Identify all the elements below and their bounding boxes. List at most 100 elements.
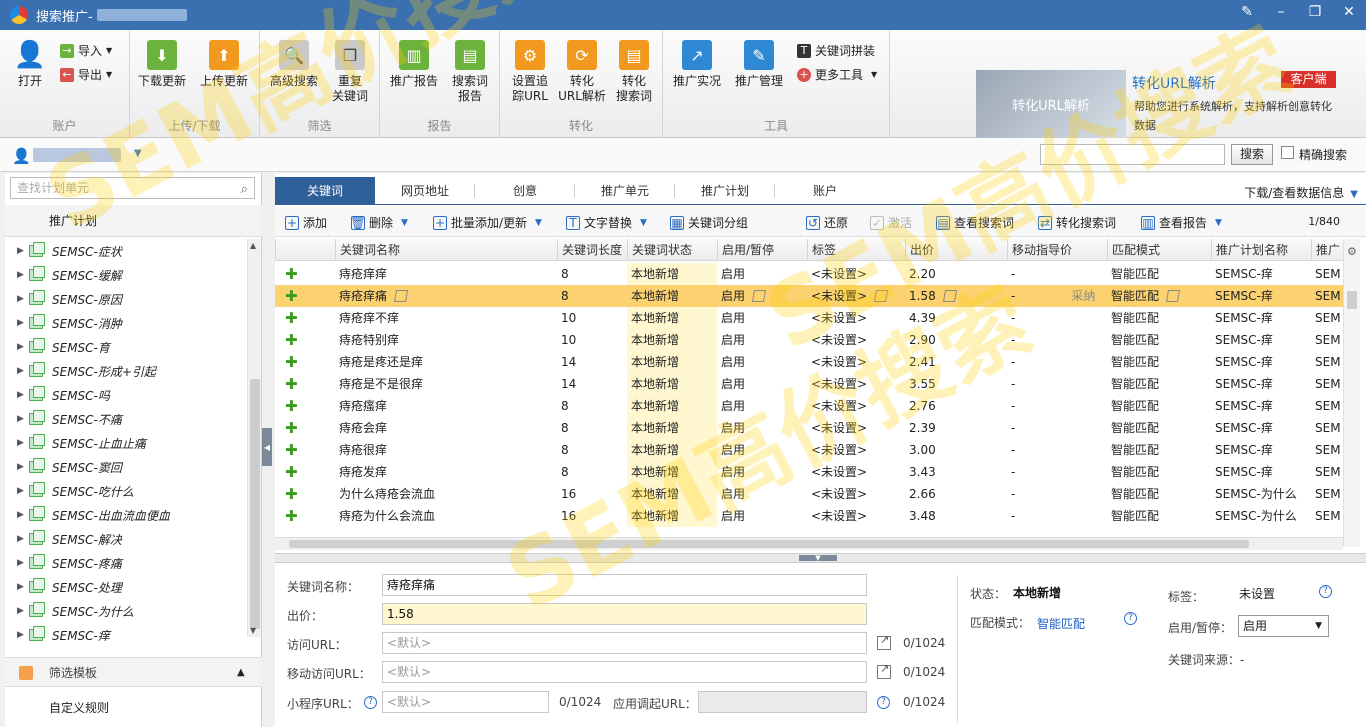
table-cell[interactable]: SEMSC-痒: [1211, 417, 1311, 439]
table-cell[interactable]: 10: [557, 307, 627, 329]
mini-program-url-field[interactable]: <默认>: [382, 691, 549, 713]
column-header[interactable]: 启用/暂停: [717, 239, 807, 261]
view-report-button[interactable]: ▥ 查看报告 ▼: [1141, 214, 1222, 231]
add-row-icon[interactable]: ✚: [275, 505, 335, 527]
panel-splitter[interactable]: ▼: [275, 553, 1366, 563]
table-cell[interactable]: 10: [557, 329, 627, 351]
table-cell[interactable]: 智能匹配: [1107, 395, 1211, 417]
table-cell[interactable]: 痔疮是不是很痒: [335, 373, 557, 395]
table-cell[interactable]: 启用: [717, 505, 807, 527]
splitter-grip-icon[interactable]: ▼: [799, 555, 837, 562]
table-cell[interactable]: 痔疮很痒: [335, 439, 557, 461]
table-cell[interactable]: SEM: [1311, 395, 1343, 417]
table-cell[interactable]: <未设置>: [807, 307, 905, 329]
table-cell[interactable]: 智能匹配: [1107, 285, 1211, 307]
table-cell[interactable]: 本地新增: [627, 307, 717, 329]
column-header[interactable]: 出价: [905, 239, 1007, 261]
grid-horizontal-scrollbar[interactable]: [275, 537, 1343, 550]
tree-item[interactable]: ▶ SEMSC-吃什么: [5, 479, 247, 503]
bid-field[interactable]: 1.58: [382, 603, 867, 625]
table-row[interactable]: ✚ 痔疮特别痒 10 本地新增 启用 <未设置> 2.90 - 智能匹配 SEMSC-痒 SEM: [275, 329, 1343, 351]
table-cell[interactable]: <未设置>: [807, 505, 905, 527]
expand-arrow-icon[interactable]: ▶: [17, 534, 29, 544]
scroll-thumb[interactable]: [289, 540, 1249, 548]
import-button[interactable]: → 导入 ▼: [60, 42, 112, 59]
open-external-icon[interactable]: [877, 662, 891, 679]
table-row[interactable]: ✚ 痔疮痒痛 8 本地新增 启用 <未设置> 1.58 - 采纳 智能匹配 SEMSC-痒 SEM: [275, 285, 1343, 307]
text-replace-button[interactable]: T 文字替换 ▼: [566, 214, 647, 231]
table-cell[interactable]: SEMSC-痒: [1211, 351, 1311, 373]
table-cell[interactable]: SEM: [1311, 461, 1343, 483]
table-cell[interactable]: <未设置>: [807, 329, 905, 351]
table-cell[interactable]: 智能匹配: [1107, 417, 1211, 439]
help-icon[interactable]: ?: [1124, 612, 1137, 625]
table-cell[interactable]: SEMSC-痒: [1211, 373, 1311, 395]
table-cell[interactable]: SEM: [1311, 505, 1343, 527]
table-cell[interactable]: 1.58: [905, 285, 1007, 307]
table-cell[interactable]: -: [1007, 351, 1107, 373]
add-row-icon[interactable]: ✚: [275, 329, 335, 351]
expand-arrow-icon[interactable]: ▶: [17, 582, 29, 592]
filter-template-header[interactable]: 筛选模板 ▲: [5, 657, 262, 687]
table-cell[interactable]: -: [1007, 505, 1107, 527]
table-cell[interactable]: 2.76: [905, 395, 1007, 417]
exact-search-checkbox[interactable]: [1281, 146, 1294, 159]
expand-arrow-icon[interactable]: ▶: [17, 606, 29, 616]
minimize-icon[interactable]: –: [1272, 4, 1290, 20]
table-cell[interactable]: 痔疮痒不痒: [335, 307, 557, 329]
table-cell[interactable]: 本地新增: [627, 329, 717, 351]
table-cell[interactable]: 本地新增: [627, 395, 717, 417]
table-cell[interactable]: -: [1007, 417, 1107, 439]
table-cell[interactable]: SEM: [1311, 285, 1343, 307]
table-cell[interactable]: SEMSC-痒: [1211, 395, 1311, 417]
download-data-info-link[interactable]: 下载/查看数据信息 ▼: [1244, 184, 1358, 201]
table-cell[interactable]: 4.39: [905, 307, 1007, 329]
table-cell[interactable]: 2.41: [905, 351, 1007, 373]
table-cell[interactable]: 2.90: [905, 329, 1007, 351]
view-search-term-button[interactable]: ▤ 查看搜索词: [936, 214, 1014, 231]
table-cell[interactable]: 本地新增: [627, 373, 717, 395]
promo-banner-image[interactable]: 转化URL解析: [976, 70, 1126, 138]
table-cell[interactable]: SEM: [1311, 483, 1343, 505]
table-row[interactable]: ✚ 痔疮瘙痒 8 本地新增 启用 <未设置> 2.76 - 智能匹配 SEMSC-痒 SEM: [275, 395, 1343, 417]
table-row[interactable]: ✚ 痔疮是不是很痒 14 本地新增 启用 <未设置> 3.55 - 智能匹配 SEMSC-痒 SEM: [275, 373, 1343, 395]
open-button[interactable]: 👤 打开: [2, 40, 58, 89]
table-cell[interactable]: <未设置>: [807, 395, 905, 417]
tree-item[interactable]: ▶ SEMSC-痒: [5, 623, 247, 647]
table-cell[interactable]: 智能匹配: [1107, 505, 1211, 527]
keyword-combine-button[interactable]: T 关键词拼装: [797, 42, 875, 59]
table-cell[interactable]: SEMSC-痒: [1211, 329, 1311, 351]
table-cell[interactable]: 启用: [717, 307, 807, 329]
promo-live-button[interactable]: ↗ 推广实况: [669, 40, 725, 89]
table-cell[interactable]: 为什么痔疮会流血: [335, 483, 557, 505]
chevron-down-icon[interactable]: ▼: [640, 218, 647, 228]
expand-arrow-icon[interactable]: ▶: [17, 414, 29, 424]
tab-keyword[interactable]: 关键词: [275, 177, 375, 205]
table-cell[interactable]: SEMSC-痒: [1211, 461, 1311, 483]
table-cell[interactable]: 本地新增: [627, 439, 717, 461]
table-cell[interactable]: 本地新增: [627, 505, 717, 527]
chevron-down-icon[interactable]: ▼: [535, 218, 542, 228]
scroll-down-icon[interactable]: ▼: [250, 626, 256, 635]
table-cell[interactable]: SEMSC-痒: [1211, 439, 1311, 461]
open-external-icon[interactable]: [877, 633, 891, 650]
expand-arrow-icon[interactable]: ▶: [17, 270, 29, 280]
table-cell[interactable]: SEM: [1311, 373, 1343, 395]
table-cell[interactable]: 8: [557, 461, 627, 483]
tree-item[interactable]: ▶ SEMSC-不痛: [5, 407, 247, 431]
chevron-down-icon[interactable]: ▼: [401, 218, 408, 228]
collapse-left-panel-handle[interactable]: ◀: [262, 428, 272, 466]
edit-icon[interactable]: [393, 290, 409, 302]
table-cell[interactable]: SEM: [1311, 307, 1343, 329]
table-cell[interactable]: 8: [557, 263, 627, 285]
table-cell[interactable]: 本地新增: [627, 483, 717, 505]
app-url-field[interactable]: [698, 691, 867, 713]
tab-unit[interactable]: 推广单元: [575, 177, 675, 205]
expand-arrow-icon[interactable]: ▶: [17, 246, 29, 256]
tree-item[interactable]: ▶ SEMSC-处理: [5, 575, 247, 599]
column-header[interactable]: 关键词名称: [335, 239, 557, 261]
restore-icon[interactable]: ❐: [1306, 4, 1324, 20]
edit-icon[interactable]: [751, 290, 767, 302]
table-cell[interactable]: -: [1007, 483, 1107, 505]
table-cell[interactable]: 痔疮特别痒: [335, 329, 557, 351]
